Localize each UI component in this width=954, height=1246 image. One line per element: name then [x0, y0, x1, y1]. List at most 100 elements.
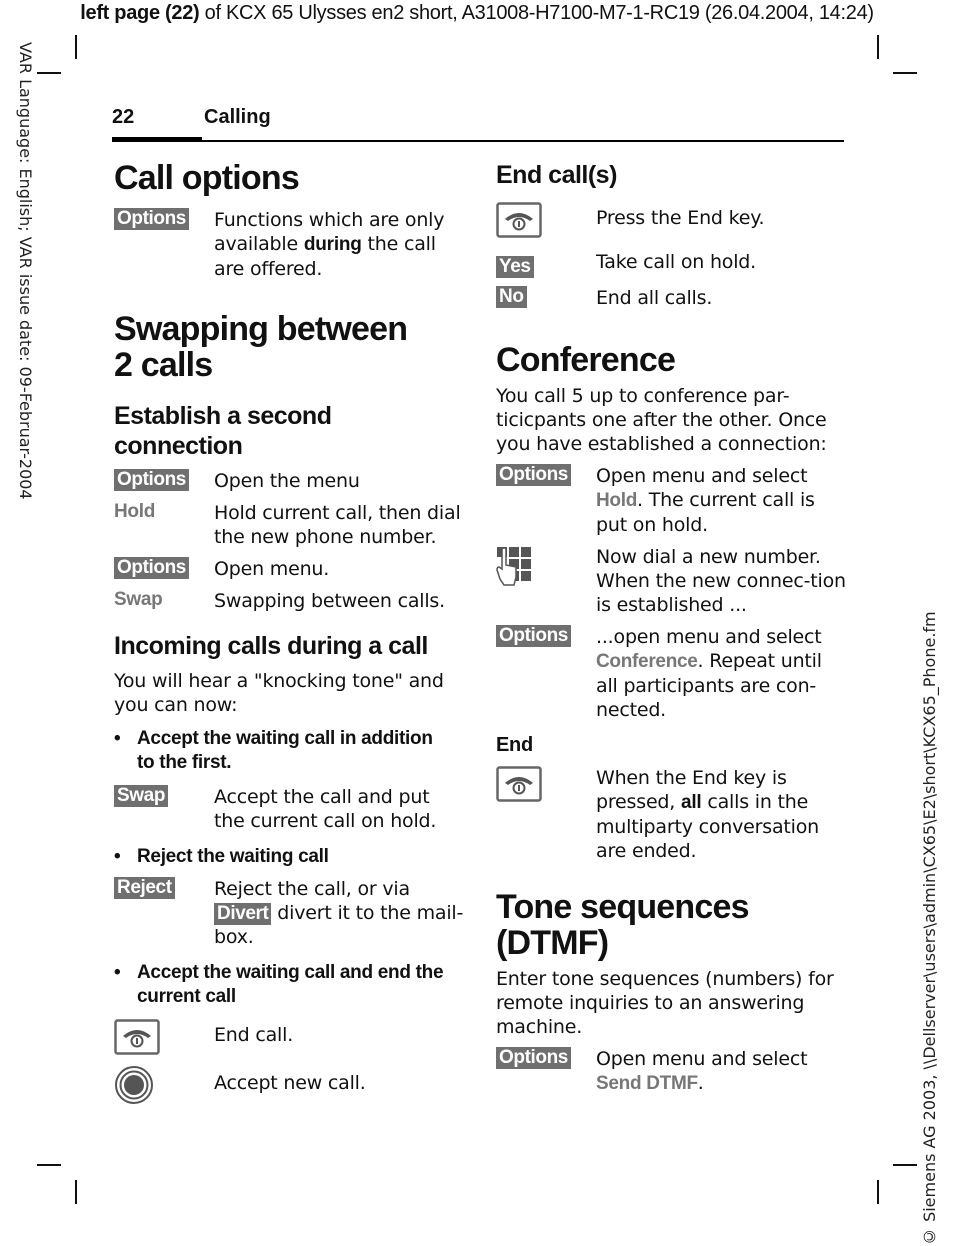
instruction-row: Options Functions which are only availab… — [114, 208, 464, 281]
options-softkey[interactable]: Options — [496, 1047, 571, 1069]
instruction-row: Now dial a new number. When the new conn… — [496, 545, 846, 617]
section-title: Tone sequences (DTMF) — [496, 888, 750, 962]
end-key-icon[interactable] — [496, 202, 542, 238]
swap-menu-item[interactable]: Swap — [114, 589, 163, 610]
subsection-title: Establish a second connection — [114, 402, 332, 460]
instruction-row: Press the End key. — [496, 202, 846, 242]
options-softkey[interactable]: Options — [114, 208, 189, 230]
instruction-row: Options Open menu and select Send DTMF. — [496, 1047, 846, 1096]
page-number: 22 — [112, 106, 135, 128]
section-dtmf: Tone sequences (DTMF) Enter tone sequenc… — [496, 889, 846, 1096]
intro-paragraph: Enter tone sequences (numbers) for remot… — [496, 968, 834, 1038]
crop-mark — [75, 35, 77, 59]
send-dtmf-menu-item[interactable]: Send DTMF — [596, 1073, 698, 1094]
instruction-row: Options ...open menu and select Conferen… — [496, 625, 846, 722]
section-call-options: Call options Options Functions which are… — [114, 160, 464, 281]
instruction-row: Swap Swapping between calls. — [114, 589, 464, 613]
header-doc-info: of KCX 65 Ulysses en2 short, A31008-H710… — [199, 2, 874, 24]
instruction-text: End all calls. — [596, 287, 713, 309]
hold-menu-item[interactable]: Hold — [596, 490, 637, 511]
divert-softkey[interactable]: Divert — [214, 903, 272, 925]
section-swapping: Swapping between 2 calls Establish a seco… — [114, 311, 464, 1109]
subsection-title: End call(s) — [496, 161, 617, 189]
margin-copyright-path: © Siemens AG 2003, \\Dellserver\users\ad… — [920, 611, 939, 1246]
instruction-text: Open menu and select Hold. The current c… — [596, 464, 846, 537]
instruction-text: Functions which are only available durin… — [214, 208, 464, 281]
title-line: Swapping between — [114, 310, 408, 348]
text-fragment: . — [697, 1072, 704, 1094]
yes-softkey[interactable]: Yes — [496, 256, 534, 278]
crop-mark — [37, 72, 61, 74]
instruction-text: End call. — [214, 1024, 294, 1046]
instruction-text: When the End key is pressed, all calls i… — [596, 766, 846, 863]
bullet-dot: • — [114, 728, 121, 749]
instruction-text: Take call on hold. — [596, 251, 756, 273]
section-title: Conference — [496, 341, 676, 379]
options-softkey[interactable]: Options — [114, 469, 189, 491]
subsection-title: End — [496, 734, 533, 756]
options-softkey[interactable]: Options — [496, 464, 571, 486]
reject-softkey[interactable]: Reject — [114, 877, 175, 899]
instruction-text: Accept the call and put the current call… — [214, 786, 437, 832]
hold-menu-item[interactable]: Hold — [114, 501, 155, 522]
bullet-item: • Accept the waiting call and end the cu… — [114, 961, 464, 1009]
title-line: 2 calls — [114, 346, 213, 384]
bullet-text: Accept the waiting call and end the curr… — [137, 962, 444, 1007]
emphasis-text: all — [680, 792, 702, 813]
chapter-title: Calling — [204, 106, 271, 128]
instruction-row: Yes Take call on hold. — [496, 250, 846, 278]
end-key-icon[interactable] — [496, 766, 542, 802]
subsection-title: Incoming calls during a call — [114, 632, 428, 660]
crop-mark — [877, 35, 879, 59]
crop-mark — [877, 1180, 879, 1204]
options-softkey[interactable]: Options — [496, 625, 571, 647]
instruction-text: Reject the call, or via Divert divert it… — [214, 877, 464, 949]
options-softkey[interactable]: Options — [114, 557, 189, 579]
instruction-text: Hold current call, then dial the new pho… — [214, 502, 461, 548]
no-softkey[interactable]: No — [496, 286, 527, 308]
intro-paragraph: You call 5 up to conference par-ticicpan… — [496, 385, 827, 455]
document-header-line: left page (22) of KCX 65 Ulysses en2 sho… — [0, 0, 954, 26]
conference-menu-item[interactable]: Conference — [596, 651, 698, 672]
text-fragment: Open menu and select — [596, 465, 808, 487]
text-fragment: ...open menu and select — [596, 626, 822, 648]
left-column: Call options Options Functions which are… — [114, 156, 464, 1109]
intro-paragraph: You will hear a "knocking tone" and you … — [114, 670, 444, 716]
emphasis-text: during — [303, 234, 362, 255]
bullet-text: Reject the waiting call — [137, 846, 329, 867]
right-column: End call(s) Press the End key. Yes Take … — [496, 156, 846, 1096]
bullet-dot: • — [114, 962, 121, 983]
section-conference: Conference You call 5 up to conference p… — [496, 342, 846, 863]
swap-softkey[interactable]: Swap — [114, 785, 169, 807]
instruction-row: Swap Accept the call and put the current… — [114, 785, 464, 833]
instruction-row: Hold Hold current call, then dial the ne… — [114, 501, 464, 549]
keypad-icon[interactable] — [496, 545, 540, 589]
section-end-calls: End call(s) Press the End key. Yes Take … — [496, 160, 846, 310]
text-fragment: Open menu and select — [596, 1048, 808, 1070]
end-key-icon[interactable] — [114, 1019, 160, 1055]
instruction-row: Options Open menu. — [114, 557, 464, 581]
instruction-row: Options Open menu and select Hold. The c… — [496, 464, 846, 537]
header-rule-accent — [112, 137, 202, 142]
instruction-row: Reject Reject the call, or via Divert di… — [114, 877, 464, 949]
instruction-text: Open the menu — [214, 470, 360, 492]
instruction-text: ...open menu and select Conference. Repe… — [596, 625, 846, 722]
running-head: 22 Calling — [112, 104, 844, 144]
bullet-text: Accept the waiting call in addition to t… — [137, 728, 433, 773]
instruction-row: When the End key is pressed, all calls i… — [496, 766, 846, 863]
crop-mark — [75, 1180, 77, 1204]
crop-mark — [893, 72, 917, 74]
text-fragment: Reject the call, or via — [214, 878, 410, 900]
instruction-row: End call. — [114, 1019, 464, 1059]
instruction-text: Accept new call. — [214, 1072, 366, 1094]
bullet-item: • Reject the waiting call — [114, 845, 464, 869]
instruction-row: Accept new call. — [114, 1065, 464, 1109]
section-title: Call options — [114, 159, 300, 197]
instruction-text: Press the End key. — [596, 207, 765, 229]
section-title: Swapping between 2 calls — [114, 311, 464, 383]
crop-mark — [37, 1164, 61, 1166]
bullet-item: • Accept the waiting call in addition to… — [114, 727, 464, 775]
instruction-text: Open menu and select Send DTMF. — [596, 1047, 846, 1096]
bullet-dot: • — [114, 846, 121, 867]
control-key-icon[interactable] — [114, 1065, 154, 1105]
